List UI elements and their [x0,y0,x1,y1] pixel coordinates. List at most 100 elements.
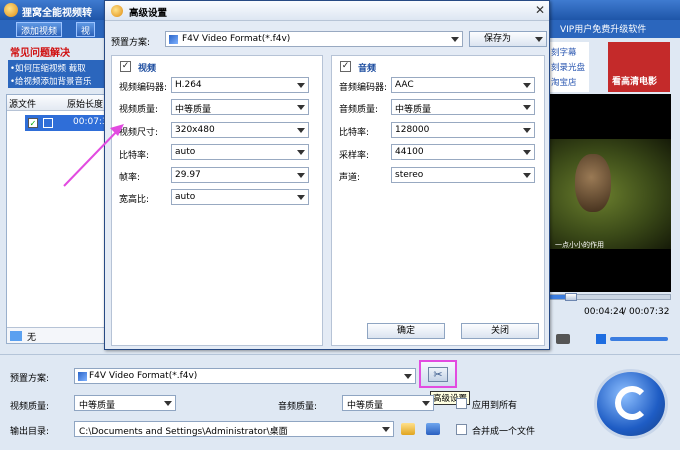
preset-value: F4V Video Format(*.f4v) [89,371,198,381]
chevron-down-icon [382,427,390,432]
audio-group-label: 音频 [358,64,377,74]
preview-figure [575,154,611,212]
add-video-button[interactable]: 添加视频 [16,22,63,37]
advanced-settings-dialog: 高级设置 ✕ 预置方案: F4V Video Format(*.f4v) 保存为… [104,0,550,350]
hd-movie-banner-text: 看高清电影 [612,77,658,87]
chevron-down-icon [297,150,305,155]
preset-label: 预置方案: [10,374,50,384]
audio-quality-field-select[interactable]: 中等质量 [391,99,535,115]
dialog-titlebar: 高级设置 ✕ [105,1,549,21]
vip-upgrade-link[interactable]: VIP用户免费升级软件 [560,22,646,35]
merge-checkbox[interactable] [456,424,467,435]
convert-button[interactable] [594,369,668,439]
audio-encoder-label: 音频编码器: [339,83,388,93]
format-icon [169,35,178,44]
promo-link-shop[interactable]: 淘宝店 [551,76,577,88]
chevron-down-icon [523,150,531,155]
audio-bitrate-select[interactable]: 128000 [391,122,535,138]
chevron-down-icon [164,401,172,406]
subtitle-bar: 无 [7,327,105,343]
chevron-down-icon [523,128,531,133]
output-dir-label: 输出目录: [10,427,50,437]
audio-enable-checkbox[interactable]: ✓ [340,61,351,72]
app-title: 狸窝全能视频转 [22,8,92,19]
video-quality-field-select[interactable]: 中等质量 [171,99,309,115]
browse-folder-icon[interactable] [401,423,415,435]
audio-quality-select[interactable]: 中等质量 [342,395,434,411]
aspect-ratio-select[interactable]: auto [171,189,309,205]
snapshot-camera-icon[interactable] [556,334,570,344]
list-item[interactable]: ✓ 00:07:3 [25,115,108,131]
format-icon [78,372,87,381]
video-size-select[interactable]: 320x480 [171,122,309,138]
chevron-down-icon [523,173,531,178]
file-list-header: 源文件 原始长度 [7,95,105,111]
video-quality-field-label: 视频质量: [119,105,159,115]
ok-button[interactable]: 确定 [367,323,445,339]
dialog-logo-icon [111,5,123,17]
faq-link-compress[interactable]: •如何压缩视频 截取 [10,62,86,74]
column-source[interactable]: 源文件 [9,97,36,110]
output-dir-value: C:\Documents and Settings\Administrator\… [79,427,288,437]
output-dir-select[interactable]: C:\Documents and Settings\Administrator\… [74,421,394,437]
channels-select[interactable]: stereo [391,167,535,183]
advanced-settings-button[interactable]: ✂ [419,360,457,388]
file-list: 源文件 原始长度 ✓ 00:07:3 无 [6,94,108,344]
volume-icon[interactable] [596,334,606,344]
save-as-button[interactable]: 保存为 [469,31,547,47]
convert-arrow-icon [615,386,649,420]
merge-label: 合并成一个文件 [472,427,536,437]
open-folder-icon[interactable] [426,423,440,435]
app-logo-icon [4,3,18,17]
chevron-down-icon [535,37,543,42]
apply-all-checkbox[interactable] [456,398,467,409]
toolbar-button-2[interactable]: 视 [76,22,96,37]
frame-rate-value: 29.97 [175,170,201,180]
dialog-title: 高级设置 [129,8,168,19]
subtitle-value[interactable]: 无 [27,330,36,343]
subtitle-icon [10,331,22,341]
video-encoder-label: 视频编码器: [119,83,168,93]
chevron-down-icon [297,173,305,178]
sample-rate-value: 44100 [395,147,424,157]
video-bitrate-select[interactable]: auto [171,144,309,160]
chevron-down-icon [451,37,459,42]
sample-rate-select[interactable]: 44100 [391,144,535,160]
frame-rate-select[interactable]: 29.97 [171,167,309,183]
apply-all-label: 应用到所有 [472,401,518,411]
dialog-preset-select[interactable]: F4V Video Format(*.f4v) [165,31,463,47]
video-enable-checkbox[interactable]: ✓ [120,61,131,72]
seek-handle[interactable] [565,293,577,301]
chevron-down-icon [297,105,305,110]
file-checkbox[interactable]: ✓ [28,118,38,128]
faq-link-music[interactable]: •给视频添加背景音乐 [10,75,92,87]
video-bitrate-value: auto [175,147,196,157]
close-button[interactable]: 关闭 [461,323,539,339]
promo-link-subtitle[interactable]: 刻字幕 [551,46,577,58]
chevron-down-icon [523,105,531,110]
preset-select[interactable]: F4V Video Format(*.f4v) [74,368,416,384]
chevron-down-icon [297,128,305,133]
frame-rate-label: 帧率: [119,173,141,183]
time-separator: / [623,307,627,317]
hd-movie-banner[interactable]: 看高清电影 [608,42,670,92]
video-group-label: 视频 [138,64,157,74]
sample-rate-label: 采样率: [339,151,370,161]
audio-bitrate-label: 比特率: [339,128,370,138]
video-encoder-select[interactable]: H.264 [171,77,309,93]
time-current: 00:04:24 [584,307,625,317]
video-quality-select[interactable]: 中等质量 [74,395,176,411]
aspect-ratio-label: 宽高比: [119,195,150,205]
volume-slider[interactable] [610,337,668,341]
preview-caption: 一点小小的作用 [555,241,604,249]
video-bitrate-label: 比特率: [119,151,150,161]
column-duration[interactable]: 原始长度 [67,97,103,110]
promo-link-burn[interactable]: 刻录光盘 [551,61,585,73]
audio-encoder-select[interactable]: AAC [391,77,535,93]
faq-box: •如何压缩视频 截取 •给视频添加背景音乐 [8,60,108,88]
audio-bitrate-value: 128000 [395,125,430,135]
close-icon[interactable]: ✕ [533,4,547,18]
faq-title: 常见问题解决 [10,48,70,59]
chevron-down-icon [297,83,305,88]
aspect-ratio-value: auto [175,192,196,202]
